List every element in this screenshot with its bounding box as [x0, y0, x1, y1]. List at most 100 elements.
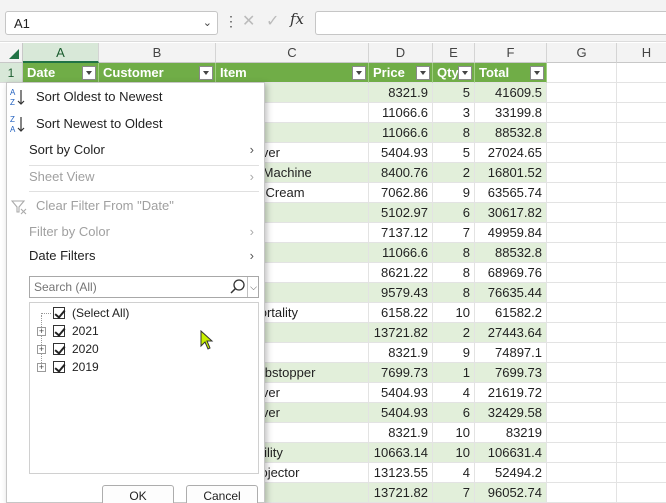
table-cell[interactable]: 3: [433, 103, 475, 123]
table-cell[interactable]: 88532.8: [475, 243, 547, 263]
empty-cell[interactable]: [547, 63, 617, 83]
empty-cell[interactable]: [547, 163, 617, 183]
empty-cell[interactable]: [617, 103, 666, 123]
empty-cell[interactable]: [547, 383, 617, 403]
empty-cell[interactable]: [547, 483, 617, 503]
table-cell[interactable]: 10: [433, 303, 475, 323]
table-cell[interactable]: 32429.58: [475, 403, 547, 423]
filter-search[interactable]: ⌵: [29, 276, 259, 298]
expand-plus-icon[interactable]: +: [37, 363, 46, 372]
table-cell[interactable]: 10: [433, 423, 475, 443]
empty-cell[interactable]: [547, 303, 617, 323]
table-cell[interactable]: 6158.22: [369, 303, 433, 323]
table-cell[interactable]: 96052.74: [475, 483, 547, 503]
table-cell[interactable]: 7062.86: [369, 183, 433, 203]
cancel-entry-icon[interactable]: ✕: [242, 11, 255, 31]
empty-cell[interactable]: [617, 343, 666, 363]
sort-oldest-to-newest[interactable]: A Z Sort Oldest to Newest: [7, 85, 264, 109]
table-cell[interactable]: 63565.74: [475, 183, 547, 203]
empty-cell[interactable]: [547, 183, 617, 203]
name-box[interactable]: A1 ⌄: [5, 11, 218, 35]
table-cell[interactable]: 8: [433, 263, 475, 283]
table-cell[interactable]: 49959.84: [475, 223, 547, 243]
table-cell[interactable]: 9: [433, 343, 475, 363]
tree-item-2019[interactable]: + 2019: [30, 358, 250, 376]
table-cell[interactable]: 27443.64: [475, 323, 547, 343]
sort-by-color[interactable]: Sort by Color ›: [7, 138, 264, 162]
table-cell[interactable]: 76635.44: [475, 283, 547, 303]
table-cell[interactable]: 9579.43: [369, 283, 433, 303]
empty-cell[interactable]: [547, 423, 617, 443]
empty-cell[interactable]: [617, 383, 666, 403]
table-cell[interactable]: 10663.14: [369, 443, 433, 463]
empty-cell[interactable]: [617, 163, 666, 183]
table-cell[interactable]: 4: [433, 383, 475, 403]
cancel-button[interactable]: Cancel: [186, 485, 258, 503]
empty-cell[interactable]: [617, 223, 666, 243]
table-header-cell[interactable]: Total: [475, 63, 547, 83]
table-cell[interactable]: 11066.6: [369, 123, 433, 143]
checkbox-checked[interactable]: [53, 361, 65, 373]
table-cell[interactable]: 7: [433, 223, 475, 243]
empty-cell[interactable]: [617, 123, 666, 143]
empty-cell[interactable]: [617, 483, 666, 503]
table-cell[interactable]: 11066.6: [369, 103, 433, 123]
table-cell[interactable]: 88532.8: [475, 123, 547, 143]
empty-cell[interactable]: [547, 243, 617, 263]
empty-cell[interactable]: [547, 203, 617, 223]
empty-cell[interactable]: [547, 223, 617, 243]
table-header-cell[interactable]: Customer: [99, 63, 216, 83]
table-cell[interactable]: 61582.2: [475, 303, 547, 323]
table-header-cell[interactable]: Qty: [433, 63, 475, 83]
empty-cell[interactable]: [547, 83, 617, 103]
table-cell[interactable]: 30617.82: [475, 203, 547, 223]
select-all-corner[interactable]: [0, 43, 23, 63]
column-header-d[interactable]: D: [369, 43, 433, 63]
column-header-b[interactable]: B: [99, 43, 216, 63]
checkbox-checked[interactable]: [53, 325, 65, 337]
empty-cell[interactable]: [547, 123, 617, 143]
empty-cell[interactable]: [547, 363, 617, 383]
table-cell[interactable]: 8: [433, 123, 475, 143]
table-cell[interactable]: 8: [433, 243, 475, 263]
table-cell[interactable]: 8321.9: [369, 343, 433, 363]
table-cell[interactable]: 5404.93: [369, 383, 433, 403]
table-cell[interactable]: 33199.8: [475, 103, 547, 123]
empty-cell[interactable]: [547, 443, 617, 463]
empty-cell[interactable]: [547, 143, 617, 163]
empty-cell[interactable]: [547, 463, 617, 483]
table-cell[interactable]: 13721.82: [369, 483, 433, 503]
empty-cell[interactable]: [617, 203, 666, 223]
empty-cell[interactable]: [617, 63, 666, 83]
table-cell[interactable]: 21619.72: [475, 383, 547, 403]
table-cell[interactable]: 16801.52: [475, 163, 547, 183]
filter-search-input[interactable]: [30, 277, 226, 297]
table-cell[interactable]: 106631.4: [475, 443, 547, 463]
empty-cell[interactable]: [617, 183, 666, 203]
empty-cell[interactable]: [617, 263, 666, 283]
empty-cell[interactable]: [617, 403, 666, 423]
date-filters[interactable]: Date Filters ›: [7, 244, 264, 268]
filter-dropdown-icon[interactable]: [530, 66, 544, 80]
chevron-down-icon[interactable]: ⌄: [203, 16, 212, 29]
table-cell[interactable]: 74897.1: [475, 343, 547, 363]
filter-dropdown-icon[interactable]: [352, 66, 366, 80]
table-cell[interactable]: 2: [433, 323, 475, 343]
table-cell[interactable]: 52494.2: [475, 463, 547, 483]
empty-cell[interactable]: [617, 143, 666, 163]
table-cell[interactable]: 7: [433, 483, 475, 503]
more-options-icon[interactable]: ⋮: [224, 13, 238, 30]
table-cell[interactable]: 8400.76: [369, 163, 433, 183]
row-header[interactable]: 1: [0, 63, 23, 83]
table-cell[interactable]: 8: [433, 283, 475, 303]
table-cell[interactable]: 83219: [475, 423, 547, 443]
formula-input[interactable]: [315, 11, 666, 35]
filter-dropdown-icon[interactable]: [82, 66, 96, 80]
table-cell[interactable]: 10: [433, 443, 475, 463]
table-cell[interactable]: 7699.73: [475, 363, 547, 383]
empty-cell[interactable]: [617, 243, 666, 263]
ok-button[interactable]: OK: [102, 485, 174, 503]
tree-item-2020[interactable]: + 2020: [30, 340, 250, 358]
table-cell[interactable]: 8621.22: [369, 263, 433, 283]
column-header-h[interactable]: H: [617, 43, 666, 63]
